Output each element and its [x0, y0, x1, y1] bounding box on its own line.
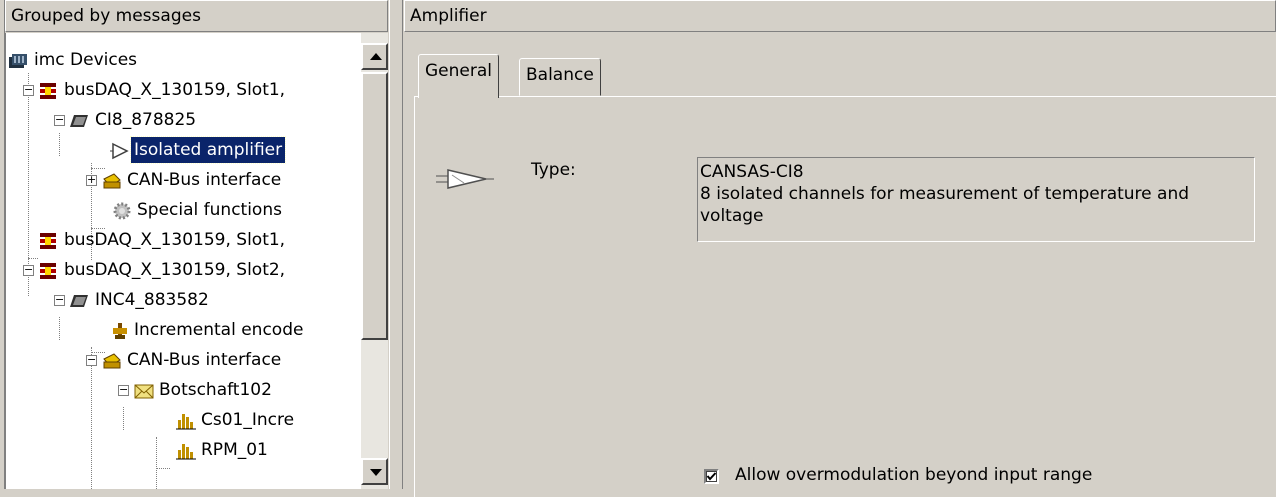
gear-icon [113, 202, 131, 220]
module-icon [70, 295, 88, 307]
can-bus-icon [103, 353, 121, 369]
tree-label: Botschaft102 [159, 380, 272, 400]
amplifier-icon [110, 142, 129, 160]
tree-label: Cs01_Incre [201, 410, 295, 430]
busdaq-icon [40, 233, 56, 249]
check-icon [706, 472, 717, 481]
tree-scrollbar[interactable] [361, 33, 388, 489]
tree-panel-title: Grouped by messages [5, 0, 388, 32]
type-value: CANSAS-CI8 8 isolated channels for measu… [697, 157, 1255, 242]
device-tree[interactable]: imc Devices − busDAQ_X_130159, Slot1, − … [5, 33, 388, 489]
tree-label: Special functions [137, 200, 282, 220]
devices-icon [9, 54, 27, 68]
type-value-line: voltage [700, 206, 764, 226]
busdaq-icon [40, 83, 56, 99]
collapse-toggle[interactable]: − [54, 114, 65, 126]
tree-label: busDAQ_X_130159, Slot1, [64, 80, 286, 100]
arrow-up-icon [370, 53, 382, 60]
tree-label: CAN-Bus interface [127, 350, 282, 370]
tree-label: busDAQ_X_130159, Slot1, [64, 230, 286, 250]
arrow-down-icon [370, 469, 382, 476]
can-bus-icon [103, 173, 121, 189]
type-label: Type: [531, 160, 576, 180]
tree-label: RPM_01 [201, 440, 268, 460]
channel-icon [176, 444, 196, 460]
tab-balance[interactable]: Balance [519, 58, 601, 96]
overmodulation-label[interactable]: Allow overmodulation beyond input range [735, 465, 1092, 485]
tree-label: INC4_883582 [95, 290, 209, 310]
tab-general[interactable]: General [418, 54, 499, 98]
encoder-icon [113, 323, 127, 339]
tree-label: CAN-Bus interface [127, 170, 282, 190]
collapse-toggle[interactable]: − [23, 84, 34, 96]
properties-panel-title: Amplifier [404, 0, 1276, 32]
pane-splitter[interactable] [389, 0, 403, 489]
channel-icon [176, 414, 196, 430]
overmodulation-checkbox[interactable] [704, 469, 719, 484]
busdaq-icon [40, 263, 56, 279]
tree-label: Isolated amplifier [129, 136, 287, 164]
tree-label: CI8_878825 [95, 110, 197, 130]
module-icon [70, 115, 88, 127]
tree-label: Incremental encode [134, 320, 304, 340]
collapse-toggle[interactable]: − [23, 264, 34, 276]
properties-panel: Amplifier General Balance Type: CANSAS-C… [404, 0, 1276, 497]
scroll-thumb[interactable] [361, 72, 388, 340]
envelope-icon [134, 384, 154, 399]
type-value-line: 8 isolated channels for measurement of t… [700, 184, 1190, 204]
tree-panel: Grouped by messages imc Devices − busDAQ… [5, 0, 388, 489]
collapse-toggle[interactable]: − [86, 354, 97, 366]
expand-toggle[interactable]: + [86, 174, 97, 186]
type-value-line: CANSAS-CI8 [700, 162, 804, 182]
collapse-toggle[interactable]: − [54, 294, 65, 306]
tree-label: imc Devices [34, 50, 138, 70]
collapse-toggle[interactable]: − [118, 384, 129, 396]
scroll-up-button[interactable] [361, 43, 388, 70]
tree-label: busDAQ_X_130159, Slot2, [64, 260, 286, 280]
scroll-down-button[interactable] [361, 458, 388, 485]
amplifier-type-icon [436, 169, 494, 189]
